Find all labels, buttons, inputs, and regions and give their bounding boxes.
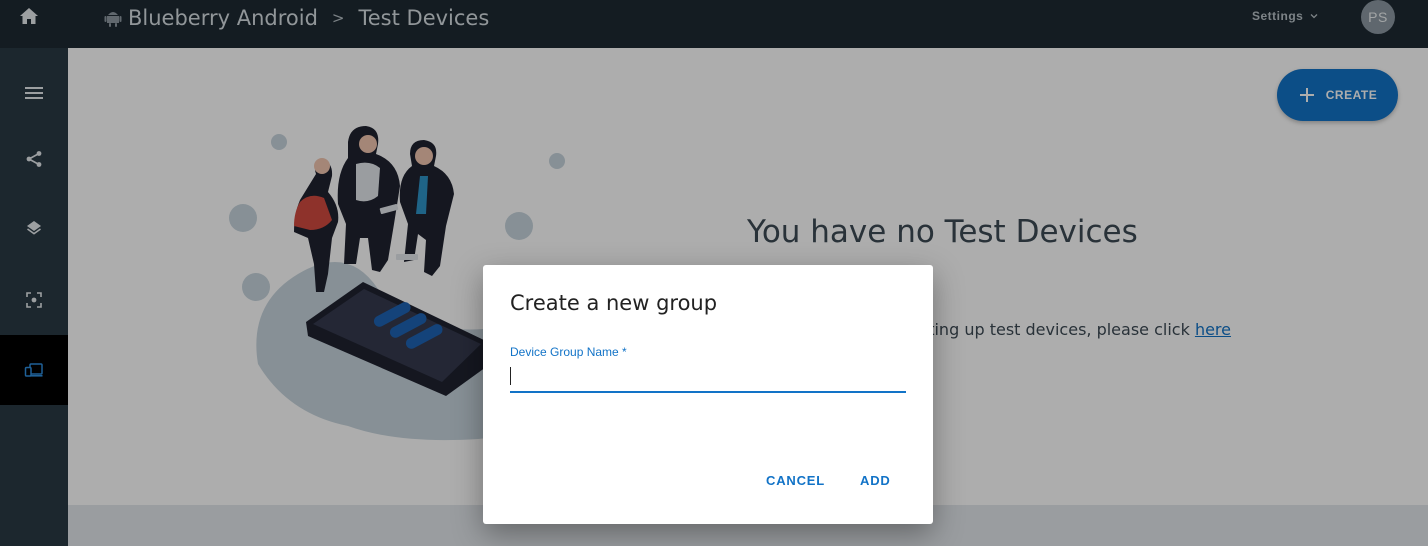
create-group-dialog: Create a new group Device Group Name * C… [483, 265, 933, 524]
text-cursor [510, 367, 511, 385]
add-button[interactable]: ADD [860, 473, 891, 488]
device-group-name-input[interactable] [510, 365, 906, 389]
device-group-name-label: Device Group Name * [510, 345, 627, 359]
device-group-name-field [510, 363, 906, 393]
dialog-title: Create a new group [510, 291, 718, 315]
cancel-button[interactable]: CANCEL [766, 473, 825, 488]
